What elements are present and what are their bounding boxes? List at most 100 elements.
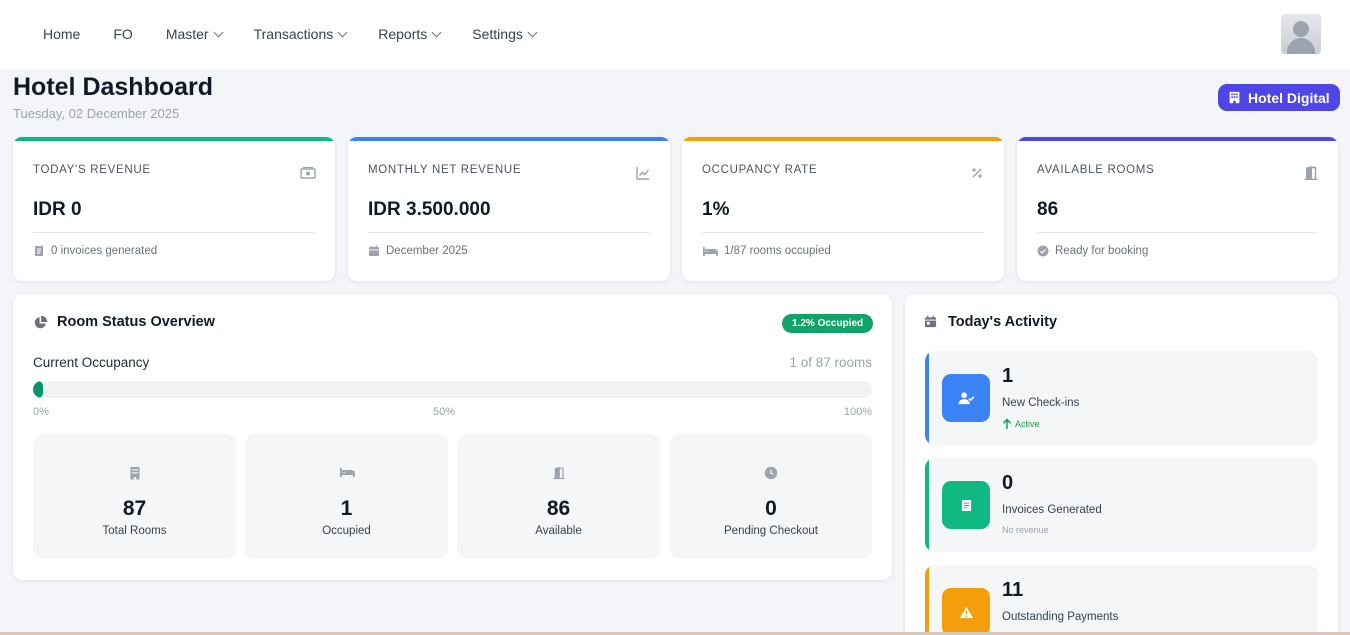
activity-header: Today's Activity <box>924 314 1057 330</box>
door-open-icon <box>552 466 566 480</box>
total-rooms-box: 87 Total Rooms <box>33 434 236 559</box>
room-status-panel: Room Status Overview 1.2% Occupied Curre… <box>13 294 892 580</box>
activity-accent-edge <box>925 458 929 552</box>
stat-value: IDR 0 <box>33 199 82 220</box>
stat-label: OCCUPANCY RATE <box>702 164 818 176</box>
nav-reports[interactable]: Reports <box>378 25 442 43</box>
available-value: 86 <box>546 497 571 520</box>
checkins-label: New Check-ins <box>1002 397 1080 409</box>
stat-footnote-text: December 2025 <box>386 245 468 257</box>
occupancy-progress-bar <box>33 381 872 398</box>
stat-label: AVAILABLE ROOMS <box>1037 164 1155 176</box>
invoice-icon <box>942 481 990 529</box>
nav-transactions[interactable]: Transactions <box>253 25 348 43</box>
nav-settings[interactable]: Settings <box>472 25 538 43</box>
checkins-value: 1 <box>1002 365 1014 387</box>
hotel-badge-label: Hotel Digital <box>1248 89 1330 106</box>
card-divider <box>702 232 984 233</box>
page-date: Tuesday, 02 December 2025 <box>13 106 180 121</box>
stat-footnote: Ready for booking <box>1037 245 1148 257</box>
user-avatar[interactable] <box>1281 14 1321 54</box>
check-circle-icon <box>1037 245 1049 257</box>
stat-footnote: 1/87 rooms occupied <box>702 245 831 257</box>
money-icon <box>300 165 316 181</box>
stat-footnote: 0 invoices generated <box>33 245 157 257</box>
scale-max: 100% <box>843 406 872 418</box>
stat-footnote-text: Ready for booking <box>1055 245 1149 257</box>
checkins-status-text: Active <box>1015 419 1040 429</box>
activity-new-checkins[interactable]: 1 New Check-ins Active <box>925 351 1318 445</box>
pending-checkout-label: Pending Checkout <box>724 525 818 537</box>
activity-invoices-generated[interactable]: 0 Invoices Generated No revenue <box>925 458 1318 552</box>
building-icon <box>128 466 142 480</box>
calendar-icon <box>368 245 380 257</box>
room-status-title: Room Status Overview <box>57 314 215 330</box>
nav-settings-label: Settings <box>472 26 523 42</box>
card-accent-bar <box>1017 137 1338 141</box>
nav-home-label: Home <box>43 26 81 42</box>
stat-label: MONTHLY NET REVENUE <box>368 164 522 176</box>
calendar-day-icon <box>924 315 939 330</box>
stat-value: 1% <box>702 199 730 220</box>
stat-value: IDR 3.500.000 <box>368 199 491 220</box>
pending-checkout-box: 0 Pending Checkout <box>670 434 872 559</box>
bed-icon <box>339 466 355 480</box>
outstanding-value: 11 <box>1002 579 1024 601</box>
nav-master[interactable]: Master <box>165 25 224 43</box>
invoice-icon <box>33 245 45 257</box>
nav-reports-label: Reports <box>378 26 428 42</box>
occupancy-count: 1 of 87 rooms <box>789 355 872 370</box>
activity-title: Today's Activity <box>948 314 1058 330</box>
stat-footnote: December 2025 <box>368 245 468 257</box>
outstanding-label: Outstanding Payments <box>1002 611 1119 623</box>
nav-transactions-label: Transactions <box>253 26 334 42</box>
card-accent-bar <box>348 137 670 141</box>
chevron-down-icon <box>337 27 348 37</box>
card-accent-bar <box>682 137 1004 141</box>
avatar-head <box>1293 21 1309 37</box>
occupancy-label: Current Occupancy <box>33 355 150 370</box>
occupied-value: 1 <box>340 497 353 520</box>
nav-home[interactable]: Home <box>43 25 80 43</box>
available-label: Available <box>535 525 582 537</box>
card-divider <box>1037 232 1318 233</box>
chevron-down-icon <box>527 27 538 37</box>
bed-icon <box>702 245 718 257</box>
chart-line-icon <box>635 165 651 181</box>
activity-accent-edge <box>925 351 929 445</box>
arrow-up-icon <box>1002 418 1012 430</box>
stat-value: 86 <box>1037 199 1059 220</box>
avatar-body <box>1287 38 1315 54</box>
stat-label: TODAY'S REVENUE <box>33 164 151 176</box>
scale-mid: 50% <box>433 406 456 418</box>
occupied-box: 1 Occupied <box>245 434 448 559</box>
scale-min: 0% <box>33 406 49 418</box>
available-box: 86 Available <box>457 434 660 559</box>
checkins-status: Active <box>1002 418 1040 430</box>
nav-menu: Home FO Master Transactions Reports Sett… <box>43 25 538 43</box>
occupied-label: Occupied <box>322 525 371 537</box>
hotel-icon <box>1228 91 1241 104</box>
stat-card-available-rooms: AVAILABLE ROOMS 86 Ready for booking <box>1017 137 1338 281</box>
stat-card-monthly-net-revenue: MONTHLY NET REVENUE IDR 3.500.000 Decemb… <box>348 137 670 281</box>
clock-icon <box>764 466 778 480</box>
stat-footnote-text: 1/87 rooms occupied <box>724 245 831 257</box>
pie-chart-icon <box>33 315 48 330</box>
room-status-header: Room Status Overview <box>33 314 215 330</box>
page-title: Hotel Dashboard <box>13 73 214 101</box>
stat-card-occupancy-rate: OCCUPANCY RATE 1% 1/87 rooms occupied <box>682 137 1004 281</box>
chevron-down-icon <box>431 27 442 37</box>
hotel-badge[interactable]: Hotel Digital <box>1218 84 1340 111</box>
user-check-icon <box>942 374 990 422</box>
nav-fo[interactable]: FO <box>113 25 132 43</box>
occupied-badge: 1.2% Occupied <box>782 314 874 333</box>
stat-card-todays-revenue: TODAY'S REVENUE IDR 0 0 invoices generat… <box>13 137 335 281</box>
activity-outstanding-payments[interactable]: 11 Outstanding Payments <box>925 565 1318 635</box>
stat-footnote-text: 0 invoices generated <box>51 245 158 257</box>
activity-accent-edge <box>925 565 929 635</box>
nav-master-label: Master <box>165 26 209 42</box>
warning-icon <box>942 588 990 635</box>
card-divider <box>33 232 315 233</box>
occupancy-progress-fill <box>33 381 44 398</box>
nav-fo-label: FO <box>113 26 133 42</box>
